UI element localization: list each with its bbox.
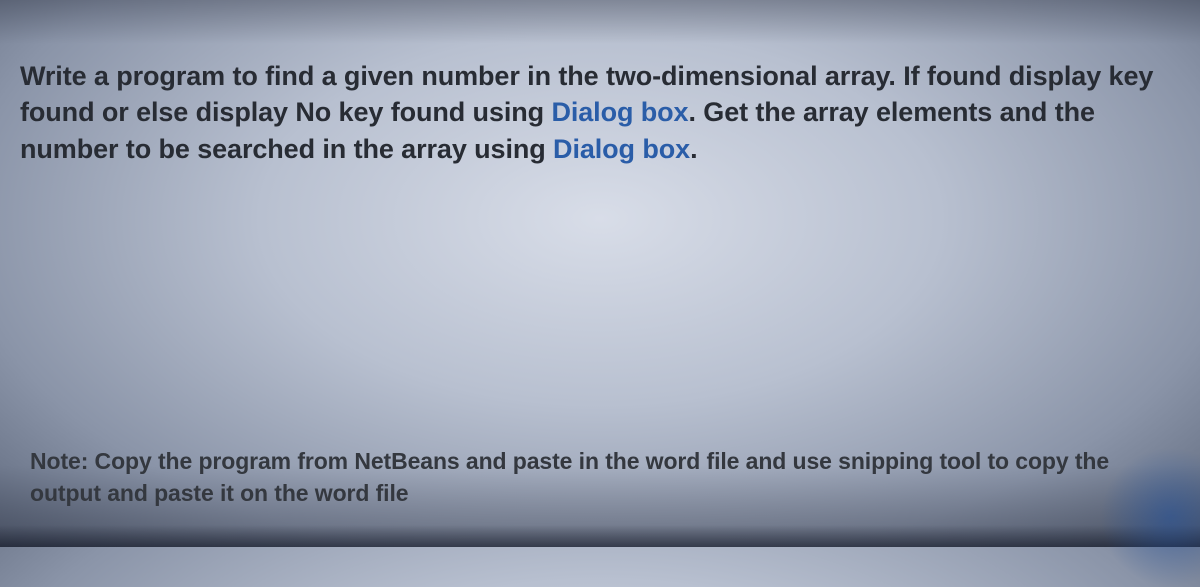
dialog-box-link-1[interactable]: Dialog box (551, 97, 688, 127)
dialog-box-link-2[interactable]: Dialog box (553, 134, 690, 164)
question-text-part-3: . (690, 134, 697, 164)
bottom-shadow (0, 525, 1200, 547)
question-paragraph: Write a program to find a given number i… (20, 58, 1180, 167)
note-paragraph: Note: Copy the program from NetBeans and… (30, 445, 1170, 509)
question-content: Write a program to find a given number i… (0, 0, 1200, 167)
